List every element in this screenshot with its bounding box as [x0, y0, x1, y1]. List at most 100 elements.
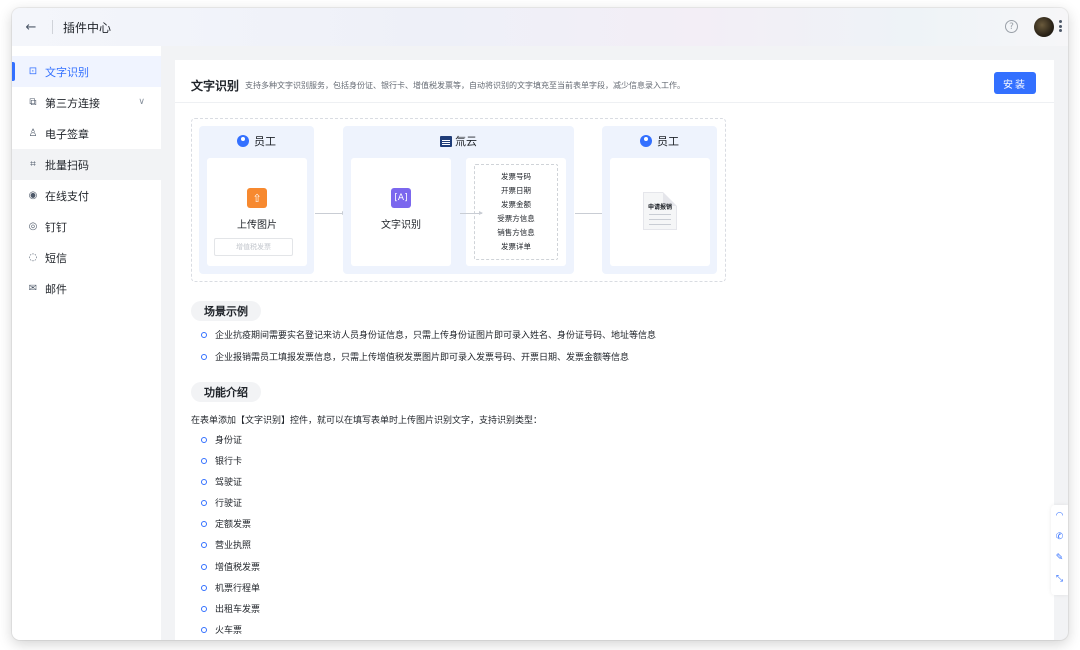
ocr-label: 文字识别 — [381, 220, 421, 231]
sidebar-item-batch-scan[interactable]: ⌗ 批量扫码 — [12, 149, 161, 180]
mail-icon: ✉ — [28, 283, 38, 294]
bullet-dot-icon — [201, 563, 207, 570]
bullet-dot-icon — [201, 520, 207, 527]
vat-upload-field: 增值税发票 — [214, 238, 293, 256]
ocr-icon: ⊡ — [28, 66, 38, 77]
list-item: 企业报销需员工填报发票信息，只需上传增值税发票图片即可录入发票号码、开票日期、发… — [201, 350, 629, 363]
edit-icon[interactable]: ✎ — [1051, 547, 1068, 568]
bullet-dot-icon — [201, 605, 207, 612]
column-header: 员工 — [602, 126, 717, 156]
document-line — [649, 219, 671, 220]
document-icon: 申请报销 — [643, 192, 677, 230]
column-title: 员工 — [657, 135, 679, 148]
field-item: 开票日期 — [501, 186, 531, 195]
sidebar-item-esign[interactable]: ♙ 电子签章 — [12, 118, 161, 149]
phone-icon[interactable]: ✆ — [1051, 526, 1068, 547]
payment-icon: ◉ — [28, 190, 38, 201]
ocr-card: [A] 文字识别 — [351, 158, 451, 266]
platform-column: 氚云 [A] 文字识别 发票号码 开票日期 发票金额 受票方信息 销售方信息 发… — [343, 126, 574, 274]
install-button[interactable]: 安装 — [994, 72, 1036, 94]
list-item: 驾驶证 — [201, 475, 242, 488]
sidebar: ⊡ 文字识别 ⧉ 第三方连接 ∨ ♙ 电子签章 ⌗ 批量扫码 ◉ 在线支付 ◎ … — [12, 46, 161, 640]
link-icon: ⧉ — [29, 97, 37, 108]
list-item-text: 银行卡 — [215, 457, 243, 467]
list-item-text: 行驶证 — [215, 499, 243, 509]
list-item-text: 营业执照 — [215, 541, 252, 551]
divider — [175, 102, 1054, 103]
stamp-icon: ♙ — [28, 128, 38, 139]
dingtalk-icon: ◎ — [28, 221, 38, 232]
document-line — [649, 214, 671, 215]
sidebar-item-label: 短信 — [45, 251, 67, 265]
sidebar-item-label: 批量扫码 — [45, 158, 89, 172]
list-item: 银行卡 — [201, 454, 242, 467]
page-title: 插件中心 — [63, 20, 112, 35]
bullet-dot-icon — [201, 541, 207, 548]
recognized-fields: 发票号码 开票日期 发票金额 受票方信息 销售方信息 发票详单 — [474, 164, 558, 260]
plugin-title: 文字识别 — [191, 78, 240, 93]
list-item: 营业执照 — [201, 538, 251, 551]
sidebar-item-sms[interactable]: ◌ 短信 — [12, 242, 161, 273]
column-title: 氚云 — [455, 135, 477, 148]
person-icon — [640, 135, 652, 147]
chevron-down-icon[interactable]: ∨ — [138, 97, 145, 107]
sidebar-item-dingtalk[interactable]: ◎ 钉钉 — [12, 211, 161, 242]
headset-icon[interactable]: ◠ — [1051, 505, 1068, 526]
document-title: 申请报销 — [647, 204, 672, 211]
sidebar-item-label: 文字识别 — [45, 65, 89, 79]
back-arrow-icon[interactable]: ← — [24, 20, 38, 35]
sidebar-item-mail[interactable]: ✉ 邮件 — [12, 273, 161, 304]
upload-icon: ⇧ — [247, 188, 267, 208]
document-line — [649, 224, 671, 225]
field-item: 发票详单 — [501, 242, 531, 251]
list-item-text: 火车票 — [215, 626, 243, 636]
employee-column: 员工 申请报销 — [602, 126, 717, 274]
upload-label: 上传图片 — [237, 220, 277, 231]
sidebar-item-label: 钉钉 — [45, 220, 67, 234]
list-item-text: 增值税发票 — [215, 563, 261, 573]
sms-icon: ◌ — [28, 252, 38, 263]
bullet-dot-icon — [201, 331, 207, 338]
flow-arrow — [575, 211, 606, 215]
field-item: 发票号码 — [501, 172, 531, 181]
more-menu-icon[interactable] — [1059, 20, 1062, 32]
list-item: 出租车发票 — [201, 602, 260, 615]
list-item-text: 定额发票 — [215, 520, 252, 530]
sidebar-item-label: 第三方连接 — [45, 96, 100, 110]
list-item-text: 驾驶证 — [215, 478, 243, 488]
bullet-dot-icon — [201, 626, 207, 633]
top-bar: ← 插件中心 ? — [12, 8, 1068, 46]
list-item-text: 机票行程单 — [215, 584, 261, 594]
sidebar-item-third-party[interactable]: ⧉ 第三方连接 ∨ — [12, 87, 161, 118]
list-item: 机票行程单 — [201, 581, 260, 594]
column-header: 员工 — [199, 126, 314, 156]
bullet-dot-icon — [201, 353, 207, 360]
flow-arrow — [460, 211, 483, 215]
field-item: 销售方信息 — [497, 228, 535, 237]
bullet-dot-icon — [201, 478, 207, 485]
divider — [52, 20, 53, 34]
collapse-icon[interactable]: ⤡ — [1051, 568, 1068, 589]
bullet-dot-icon — [201, 436, 207, 443]
bullet-dot-icon — [201, 584, 207, 591]
sidebar-item-payment[interactable]: ◉ 在线支付 — [12, 180, 161, 211]
sidebar-item-ocr[interactable]: ⊡ 文字识别 — [12, 56, 161, 87]
sidebar-item-label: 在线支付 — [45, 189, 89, 203]
column-title: 员工 — [254, 135, 276, 148]
field-item: 受票方信息 — [497, 214, 535, 223]
help-icon[interactable]: ? — [1005, 20, 1018, 33]
column-header: 氚云 — [343, 126, 574, 156]
sidebar-item-label: 邮件 — [45, 282, 67, 296]
avatar[interactable] — [1034, 17, 1054, 37]
form-card: 申请报销 — [610, 158, 710, 266]
app-window: ← 插件中心 ? ⊡ 文字识别 ⧉ 第三方连接 ∨ ♙ 电子签章 ⌗ 批量扫码 … — [12, 8, 1068, 640]
list-item-text: 出租车发票 — [215, 605, 261, 615]
list-item: 身份证 — [201, 433, 242, 446]
employee-column: 员工 ⇧ 上传图片 增值税发票 — [199, 126, 314, 274]
list-item: 定额发票 — [201, 517, 251, 530]
features-intro: 在表单添加【文字识别】控件，就可以在填写表单时上传图片识别文字，支持识别类型： — [191, 416, 543, 426]
upload-card: ⇧ 上传图片 增值税发票 — [207, 158, 307, 266]
flow-diagram: 员工 ⇧ 上传图片 增值税发票 氚云 [A] 文字识别 发票号码 开票日期 发票… — [191, 118, 726, 282]
list-item: 增值税发票 — [201, 560, 260, 573]
plugin-description: 支持多种文字识别服务，包括身份证、银行卡、增值税发票等，自动将识别的文字填充至当… — [245, 80, 686, 90]
